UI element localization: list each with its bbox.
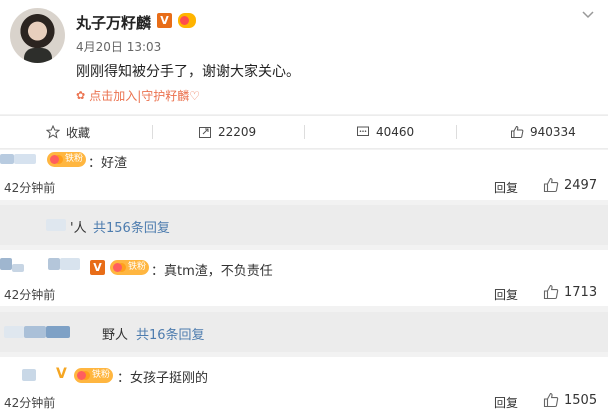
thumbs-up-icon [511, 125, 524, 138]
divider [304, 125, 305, 139]
reply-button[interactable]: 回复 [494, 286, 518, 303]
comment-time: 42分钟前 [4, 181, 56, 195]
reply-author: '人 [70, 221, 87, 236]
view-replies-link[interactable]: 共156条回复 [93, 217, 170, 236]
comment-item: V 铁粉 ：女孩子挺刚的 42分钟前 回复 1505 [0, 357, 608, 419]
verified-badge: V [157, 13, 172, 28]
blurred-username [46, 219, 66, 231]
blurred-username [46, 326, 70, 338]
comment-like-button[interactable]: 1713 [543, 284, 597, 300]
blurred-avatar [22, 369, 36, 381]
join-text: 点击加入|守护籽麟♡ [89, 89, 201, 103]
blurred-username [24, 326, 46, 338]
chevron-down-icon[interactable] [582, 7, 594, 23]
comment-like-button[interactable]: 1505 [543, 392, 597, 408]
divider [152, 125, 153, 139]
reply-author: 野人 [102, 328, 129, 343]
weibo-post: 丸子万籽麟 V 4月20日 13:03 刚刚得知被分手了，谢谢大家关心。 ✿ 点… [0, 0, 608, 114]
comment-count: 40460 [376, 125, 415, 139]
fan-badge: 铁粉 [47, 152, 87, 167]
comment-like-count: 1505 [564, 392, 598, 408]
comment-like-button[interactable]: 2497 [543, 177, 597, 193]
blurred-username [48, 258, 60, 270]
comment-text: ：真tm渣，不负责任 [151, 264, 273, 279]
post-action-bar: 收藏 22209 40460 940334 [0, 115, 608, 149]
comment-item: 铁粉 ：好渣 42分钟前 回复 2497 [0, 150, 608, 200]
fan-badge: 铁粉 [110, 260, 150, 275]
blurred-username [12, 264, 24, 272]
view-replies-link[interactable]: 共16条回复 [136, 324, 205, 343]
blurred-avatar [0, 154, 14, 164]
reply-button[interactable]: 回复 [494, 179, 518, 196]
blurred-username [4, 326, 24, 338]
post-date: 4月20日 13:03 [76, 40, 162, 54]
thumbs-up-icon [543, 392, 559, 408]
reply-button[interactable]: 回复 [494, 394, 518, 411]
repost-count: 22209 [218, 125, 257, 139]
flower-icon: ✿ [76, 89, 86, 102]
thumbs-up-icon [543, 177, 559, 193]
reply-summary[interactable]: '人 共156条回复 [0, 205, 608, 245]
fan-badge: 铁粉 [74, 368, 114, 383]
verified-badge: V [90, 260, 105, 275]
join-fan-group-link[interactable]: ✿ 点击加入|守护籽麟♡ [76, 87, 200, 104]
like-button[interactable]: 940334 [510, 116, 576, 148]
comment-like-count: 1713 [564, 284, 598, 300]
username[interactable]: 丸子万籽麟 [76, 12, 151, 33]
reply-summary[interactable]: 野人 共16条回复 [0, 312, 608, 352]
repost-button[interactable]: 22209 [198, 116, 256, 148]
comment-text: ：好渣 [88, 156, 128, 171]
favorite-label: 收藏 [66, 125, 91, 140]
repost-icon [199, 127, 211, 138]
divider [456, 125, 457, 139]
favorite-button[interactable]: 收藏 [46, 116, 90, 148]
comment-time: 42分钟前 [4, 396, 56, 410]
blurred-avatar [0, 258, 12, 270]
comment-like-count: 2497 [564, 177, 598, 193]
post-text: 刚刚得知被分手了，谢谢大家关心。 [76, 64, 300, 80]
star-icon [46, 125, 60, 139]
fan-badge-icon [178, 13, 196, 28]
comment-button[interactable]: 40460 [356, 116, 414, 148]
comment-icon [357, 126, 369, 136]
blurred-username [14, 154, 36, 164]
avatar[interactable] [10, 8, 65, 63]
comment-item: V 铁粉 ：真tm渣，不负责任 42分钟前 回复 1713 [0, 250, 608, 306]
like-count: 940334 [530, 125, 576, 139]
comment-time: 42分钟前 [4, 288, 56, 302]
verified-badge: V [56, 366, 67, 382]
comment-text: ：女孩子挺刚的 [117, 371, 209, 386]
thumbs-up-icon [543, 284, 559, 300]
blurred-username [60, 258, 80, 270]
